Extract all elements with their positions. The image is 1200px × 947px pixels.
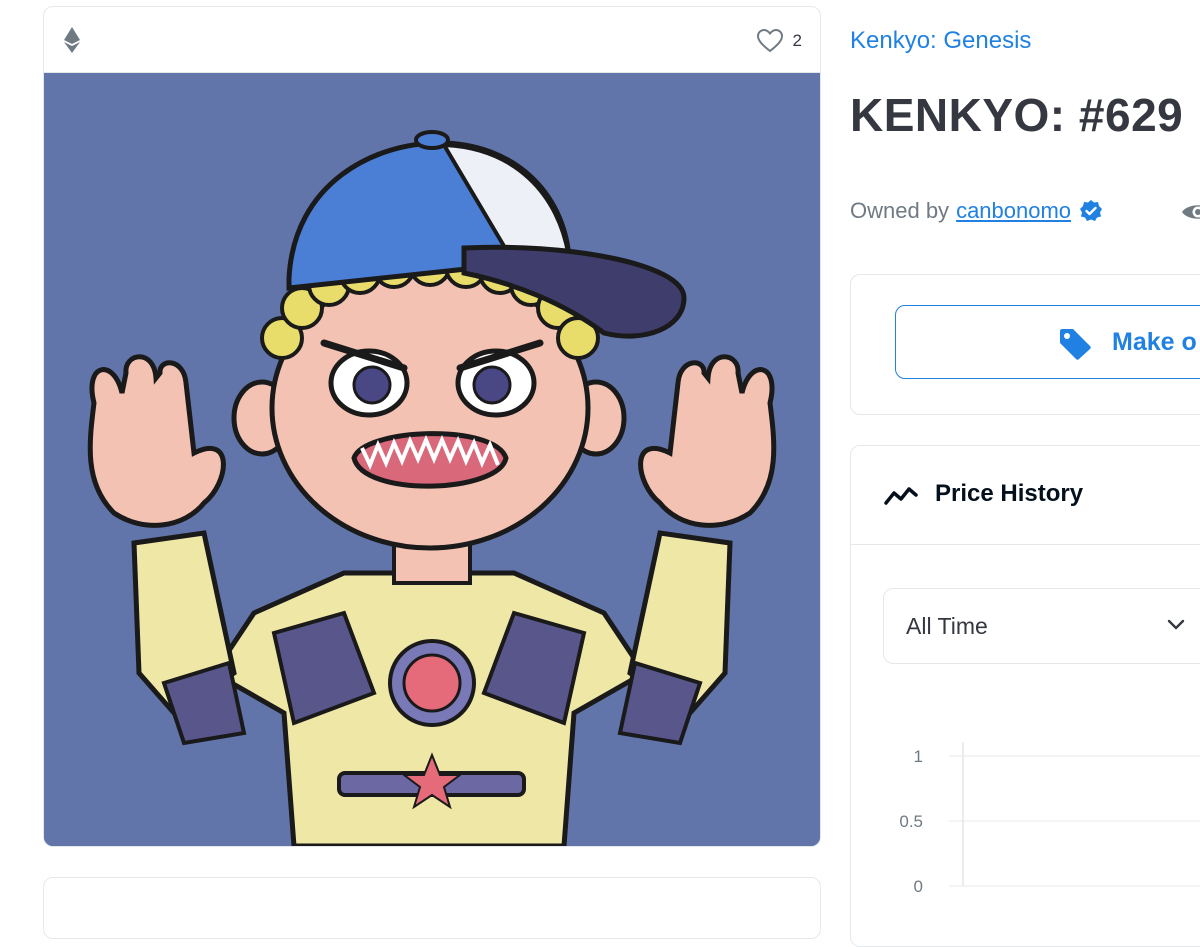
chart-y-tick-label: 0.5 — [899, 812, 923, 831]
price-history-card: Price History All Time 10.50 — [850, 445, 1200, 947]
owner-link[interactable]: canbonomo — [956, 198, 1071, 224]
asset-image-header: 2 — [44, 7, 820, 73]
time-range-select[interactable]: All Time — [883, 588, 1200, 664]
item-title: KENKYO: #629 — [850, 88, 1183, 142]
price-history-title: Price History — [935, 480, 1083, 508]
owner-row: Owned by canbonomo — [850, 198, 1103, 224]
make-offer-label: Make o — [1112, 328, 1197, 357]
make-offer-button[interactable]: Make o — [895, 305, 1200, 379]
chevron-down-icon — [1166, 617, 1186, 631]
chart-y-tick-label: 1 — [914, 747, 923, 766]
eye-icon — [1180, 200, 1200, 224]
description-card — [43, 877, 821, 939]
verified-badge-icon — [1079, 199, 1103, 223]
favorite-count: 2 — [793, 31, 802, 51]
ethereum-icon — [64, 27, 80, 53]
nft-artwork[interactable] — [44, 73, 820, 846]
price-history-chart: 10.50 — [851, 716, 1200, 916]
chart-y-tick-label: 0 — [914, 877, 923, 896]
tag-icon — [1058, 328, 1092, 360]
asset-image-card: 2 — [43, 6, 821, 847]
time-range-value: All Time — [906, 613, 988, 640]
trend-line-icon — [884, 484, 918, 506]
heart-icon — [757, 29, 783, 53]
owner-prefix: Owned by — [850, 198, 949, 224]
collection-link[interactable]: Kenkyo: Genesis — [850, 27, 1031, 55]
price-history-header[interactable]: Price History — [851, 446, 1200, 545]
favorite-button[interactable]: 2 — [757, 28, 802, 54]
offer-card: Make o — [850, 274, 1200, 415]
